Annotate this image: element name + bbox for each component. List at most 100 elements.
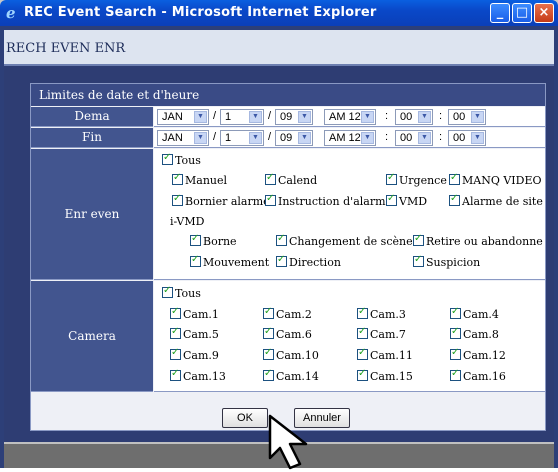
check-icon — [357, 306, 368, 319]
title-bar[interactable]: ℯ REC Event Search - Microsoft Internet … — [0, 0, 558, 26]
check-icon — [386, 172, 397, 185]
event-vmd-checkbox[interactable]: VMD — [386, 193, 427, 209]
panel-heading: Limites de date et d'heure — [31, 84, 545, 106]
maximize-button[interactable]: □ — [512, 3, 532, 23]
page-title: RECH EVEN ENR — [6, 41, 126, 56]
ivmd-direction-checkbox[interactable]: Direction — [276, 254, 341, 270]
camera-checkbox[interactable]: Cam.7 — [357, 326, 406, 342]
checkbox-label: Calend — [278, 174, 318, 187]
camera-checkbox[interactable]: Cam.8 — [450, 326, 499, 342]
checkbox-label: Cam.5 — [183, 328, 219, 341]
search-panel: Limites de date et d'heure Dema JAN ▼ / 1… — [30, 83, 546, 431]
camera-checkbox[interactable]: Cam.6 — [263, 326, 312, 342]
ivmd-suspicion-checkbox[interactable]: Suspicion — [413, 254, 481, 270]
camera-label: Camera — [31, 281, 153, 392]
end-month-value: JAN — [162, 132, 183, 144]
camera-all-checkbox[interactable]: Tous — [162, 285, 201, 301]
chevron-down-icon: ▼ — [249, 111, 262, 123]
check-icon — [172, 193, 183, 206]
start-month-select[interactable]: JAN ▼ — [157, 109, 209, 125]
event-manual-checkbox[interactable]: Manuel — [172, 172, 227, 188]
check-icon — [162, 152, 173, 165]
camera-checkbox[interactable]: Cam.3 — [357, 306, 406, 322]
end-year-select[interactable]: 09 ▼ — [275, 130, 313, 146]
start-day-select[interactable]: 1 ▼ — [220, 109, 264, 125]
start-minute-select[interactable]: 00 ▼ — [395, 109, 433, 125]
ivmd-motion-checkbox[interactable]: Mouvement — [190, 254, 269, 270]
checkbox-label: Cam.1 — [183, 308, 219, 321]
check-icon — [357, 347, 368, 360]
camera-checkbox[interactable]: Cam.2 — [263, 306, 312, 322]
mouse-pointer-icon — [268, 414, 308, 470]
camera-checkbox[interactable]: Cam.16 — [450, 368, 506, 384]
ivmd-removed-abandoned-checkbox[interactable]: Retire ou abandonne — [413, 233, 543, 249]
check-icon — [450, 368, 461, 381]
end-month-select[interactable]: JAN ▼ — [157, 130, 209, 146]
checkbox-label: Cam.10 — [276, 349, 319, 362]
start-label: Dema — [31, 107, 153, 127]
check-icon — [162, 285, 173, 298]
checkbox-label: Cam.4 — [463, 308, 499, 321]
start-year-value: 09 — [280, 111, 293, 123]
event-all-checkbox[interactable]: Tous — [162, 152, 201, 168]
chevron-down-icon: ▼ — [249, 132, 262, 144]
check-icon — [172, 172, 183, 185]
end-second-select[interactable]: 00 ▼ — [448, 130, 486, 146]
check-icon — [276, 254, 287, 267]
end-hour-select[interactable]: AM 12 ▼ — [324, 130, 376, 146]
ivmd-borne-checkbox[interactable]: Borne — [190, 233, 237, 249]
start-year-select[interactable]: 09 ▼ — [275, 109, 313, 125]
checkbox-label: Cam.16 — [463, 370, 506, 383]
camera-checkbox[interactable]: Cam.13 — [170, 368, 226, 384]
chevron-down-icon: ▼ — [418, 132, 431, 144]
camera-checkbox[interactable]: Cam.11 — [357, 347, 413, 363]
end-minute-select[interactable]: 00 ▼ — [395, 130, 433, 146]
camera-checkbox[interactable]: Cam.9 — [170, 347, 219, 363]
ivmd-label: i-VMD — [170, 215, 205, 228]
camera-checkbox[interactable]: Cam.14 — [263, 368, 319, 384]
event-terminal-alarm-checkbox[interactable]: Bornier alarme — [172, 193, 270, 209]
check-icon — [190, 233, 201, 246]
internet-explorer-icon: ℯ — [6, 4, 16, 22]
camera-checkbox[interactable]: Cam.15 — [357, 368, 413, 384]
camera-options: Tous Cam.1 Cam.2 Cam.3 Cam.4 Cam.5 Cam.6… — [154, 281, 545, 392]
start-hour-select[interactable]: AM 12 ▼ — [324, 109, 376, 125]
checkbox-label: Borne — [203, 235, 237, 248]
ivmd-scene-change-checkbox[interactable]: Changement de scène — [276, 233, 413, 249]
checkbox-label: Urgence — [399, 174, 447, 187]
start-second-select[interactable]: 00 ▼ — [448, 109, 486, 125]
checkbox-label: Instruction d'alarme — [278, 195, 393, 208]
chevron-down-icon: ▼ — [418, 111, 431, 123]
camera-checkbox[interactable]: Cam.10 — [263, 347, 319, 363]
minimize-button[interactable]: _ — [490, 3, 510, 23]
event-video-loss-checkbox[interactable]: MANQ VIDEO — [449, 172, 542, 188]
camera-checkbox[interactable]: Cam.4 — [450, 306, 499, 322]
event-emergency-checkbox[interactable]: Urgence — [386, 172, 447, 188]
date-separator: / — [213, 110, 217, 122]
event-label: Enr even — [31, 149, 153, 280]
check-icon — [413, 254, 424, 267]
checkbox-label: Suspicion — [426, 256, 481, 269]
check-icon — [357, 368, 368, 381]
start-row: JAN ▼ / 1 ▼ / 09 ▼ AM 12 ▼ : 00 ▼ : 00 ▼ — [154, 107, 545, 127]
check-icon — [263, 326, 274, 339]
check-icon — [170, 347, 181, 360]
check-icon — [265, 193, 276, 206]
event-command-alarm-checkbox[interactable]: Instruction d'alarme — [265, 193, 393, 209]
camera-checkbox[interactable]: Cam.1 — [170, 306, 219, 322]
event-schedule-checkbox[interactable]: Calend — [265, 172, 318, 188]
camera-checkbox[interactable]: Cam.12 — [450, 347, 506, 363]
chevron-down-icon: ▼ — [298, 132, 311, 144]
end-day-select[interactable]: 1 ▼ — [220, 130, 264, 146]
event-site-alarm-checkbox[interactable]: Alarme de site — [449, 193, 543, 209]
date-separator: / — [268, 131, 272, 143]
chevron-down-icon: ▼ — [471, 111, 484, 123]
ok-button[interactable]: OK — [222, 408, 268, 428]
close-button[interactable]: × — [534, 3, 554, 23]
end-second-value: 00 — [453, 132, 466, 144]
camera-checkbox[interactable]: Cam.5 — [170, 326, 219, 342]
event-options: Tous Manuel Calend Urgence MANQ VIDEO Bo… — [154, 149, 545, 280]
checkbox-label: Cam.9 — [183, 349, 219, 362]
end-day-value: 1 — [225, 132, 232, 144]
chevron-down-icon: ▼ — [361, 132, 374, 144]
